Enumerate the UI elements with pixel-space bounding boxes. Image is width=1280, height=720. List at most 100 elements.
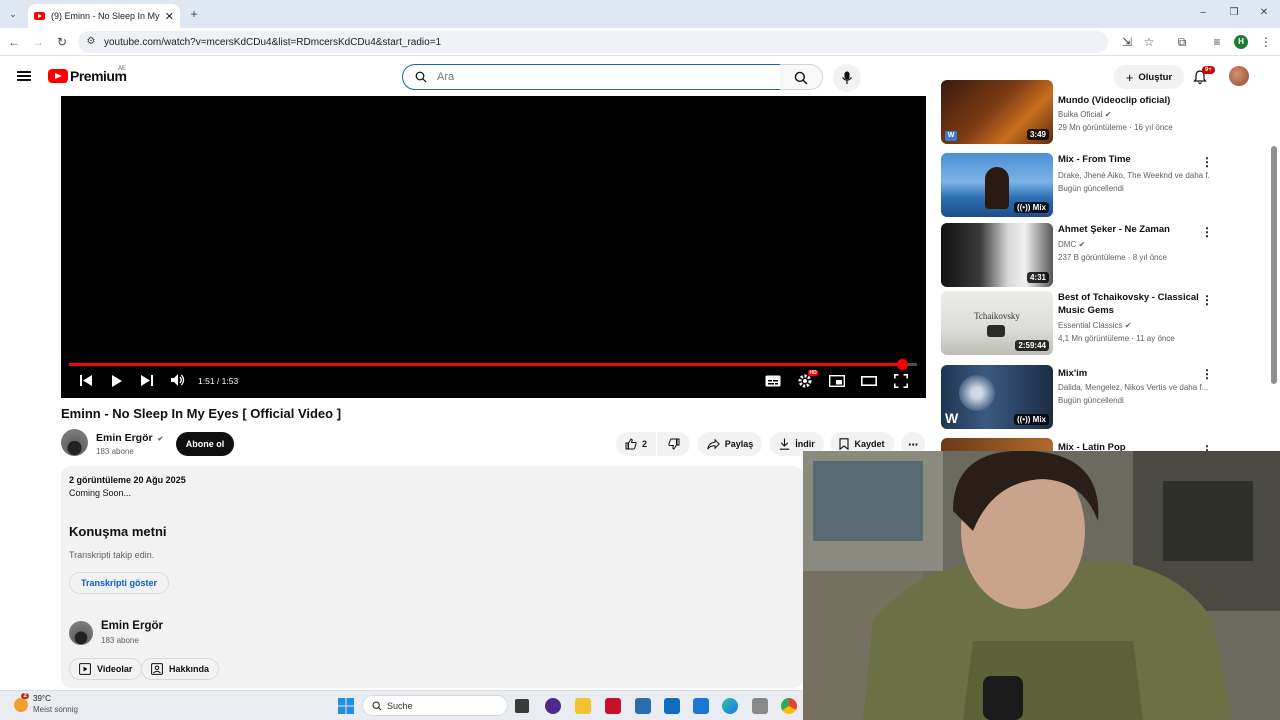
share-button[interactable]: Paylaş [698,432,762,456]
chrome-browser-icon[interactable] [781,698,797,714]
mcafee-icon[interactable] [605,698,621,714]
microsoft-store-icon[interactable] [693,698,709,714]
recommendation-item[interactable]: 4:31 Ahmet Şeker - Ne Zaman ⋮ DMC ✔ 237 … [941,223,1216,289]
theater-mode-icon[interactable] [861,376,877,386]
channel-name[interactable]: Emin Ergör ✔ [96,432,163,444]
menu-icon[interactable] [17,71,31,81]
edge-browser-icon[interactable] [722,698,738,714]
subtitles-icon[interactable] [765,375,781,387]
volume-icon[interactable] [171,374,185,386]
media-control-icon[interactable]: ≡ [1210,35,1224,49]
more-options-icon[interactable]: ⋮ [1201,367,1213,381]
notification-badge: 9+ [1202,66,1215,74]
show-transcript-button[interactable]: Transkripti göster [69,572,170,594]
video-title[interactable]: Best of Tchaikovsky - Classical Music Ge… [1058,291,1208,317]
transcript-subtitle: Transkripti takip edin. [69,550,155,560]
search-icon [415,71,427,83]
chrome-menu-icon[interactable]: ⋮ [1259,35,1273,49]
extensions-icon[interactable]: ⧉ [1175,35,1189,49]
voice-search-button[interactable] [833,64,861,92]
news-24-icon[interactable] [545,698,561,714]
weather-sun-icon[interactable] [14,698,28,712]
browser-tab[interactable]: (9) Eminn - No Sleep In My Eye ✕ [28,4,180,28]
recommendation-item[interactable]: ((•)) Mix Mix - From Time ⋮ Drake, Jhené… [941,153,1216,219]
channel-name: Essential Classics ✔ [1058,319,1210,332]
like-count: 2 [641,439,647,449]
description-box[interactable]: 2 görüntüleme 20 Ağu 2025 Coming Soon...… [61,466,803,688]
about-button[interactable]: Hakkında [141,658,220,680]
mix-artists: Dalida, Mengelez, Nikos Vertis ve daha f… [1058,383,1209,392]
profile-icon[interactable]: H [1234,35,1248,49]
more-options-icon[interactable]: ⋮ [1201,293,1213,307]
miniplayer-icon[interactable] [829,375,845,387]
windows-taskbar: 2 39°C Meist sonnig Suche [0,690,803,720]
recommendation-item[interactable]: 3:49 W Mundo (Videoclip oficial) Buika O… [941,80,1216,144]
subscribe-button[interactable]: Abone ol [176,432,234,456]
recommendation-item[interactable]: W ((•)) Mix Mix'im ⋮ Dalida, Mengelez, N… [941,365,1216,431]
video-thumbnail[interactable]: ((•)) Mix [941,153,1053,217]
video-thumbnail[interactable]: W ((•)) Mix [941,365,1053,429]
video-thumbnail[interactable]: Tchaikovsky 2:59:44 [941,291,1053,355]
channel-avatar[interactable] [61,429,88,456]
close-tab-icon[interactable]: ✕ [165,10,174,23]
download-label: İndir [795,439,815,449]
weather-temperature[interactable]: 39°C [33,694,51,703]
account-avatar[interactable] [1229,66,1249,86]
new-tab-icon[interactable]: + [187,7,201,21]
back-icon[interactable]: ← [7,35,21,49]
video-thumbnail[interactable]: 4:31 [941,223,1053,287]
channel-subscribers: 183 abone [101,636,139,645]
windows-start-icon[interactable] [338,698,354,714]
video-thumbnail[interactable] [941,438,1053,452]
page-scrollbar[interactable] [1270,96,1278,451]
youtube-logo-icon[interactable] [48,69,68,83]
bookmark-icon [839,438,850,450]
scrollbar-thumb[interactable] [1271,146,1277,384]
more-options-icon[interactable]: ⋮ [1201,155,1213,169]
file-explorer-icon[interactable] [575,698,591,714]
tab-list-icon[interactable]: ⌄ [6,7,20,21]
search-button[interactable] [780,64,823,90]
video-thumbnail[interactable]: 3:49 W [941,80,1053,144]
channel-avatar[interactable] [69,621,93,645]
video-title[interactable]: Mundo (Videoclip oficial) [1058,94,1208,107]
play-icon[interactable] [112,375,122,387]
video-title[interactable]: Ahmet Şeker - Ne Zaman [1058,223,1208,236]
video-title[interactable]: Mix'im [1058,367,1208,380]
recommendation-item[interactable]: Mix - Latin Pop ⋮ [941,438,1216,452]
channel-name-text: Essential Classics [1058,321,1123,330]
search-input[interactable] [437,71,767,83]
like-button[interactable]: 2 [616,432,656,456]
videos-button[interactable]: Videolar [69,658,143,680]
progress-bar[interactable] [69,359,917,370]
dislike-button[interactable] [657,432,690,456]
verified-icon: ✔ [157,436,164,443]
weather-description[interactable]: Meist sonnig [33,705,78,714]
search-box[interactable] [402,64,781,90]
task-view-icon[interactable] [515,699,529,713]
next-icon[interactable] [141,375,153,386]
site-info-icon[interactable]: ⚙ [84,35,98,49]
bookmark-star-icon[interactable]: ☆ [1142,35,1156,49]
taskbar-search-label: Suche [387,700,413,711]
close-window-icon[interactable]: ✕ [1257,6,1271,20]
video-player[interactable]: 1:51 / 1:53 HD [61,96,926,398]
progress-scrubber[interactable] [896,359,908,370]
channel-name[interactable]: Emin Ergör [101,620,163,632]
forward-icon[interactable]: → [31,35,45,49]
url-field[interactable]: ⚙ youtube.com/watch?v=mcersKdCDu4&list=R… [78,31,1154,53]
previous-icon[interactable] [80,375,92,386]
restore-icon[interactable]: ❐ [1227,6,1241,20]
app-icon[interactable] [752,698,768,714]
taskbar-search[interactable]: Suche [362,695,508,716]
more-options-icon[interactable]: ⋮ [1201,225,1213,239]
install-app-icon[interactable]: ⇲ [1120,35,1134,49]
reload-icon[interactable]: ↻ [55,35,69,49]
fullscreen-icon[interactable] [894,374,908,388]
create-button[interactable]: + Oluştur [1114,65,1184,89]
video-title[interactable]: Mix - From Time [1058,153,1208,166]
outlook-icon[interactable] [664,698,680,714]
minimize-icon[interactable]: – [1196,6,1210,20]
app-icon[interactable] [635,698,651,714]
recommendation-item[interactable]: Tchaikovsky 2:59:44 Best of Tchaikovsky … [941,291,1216,357]
